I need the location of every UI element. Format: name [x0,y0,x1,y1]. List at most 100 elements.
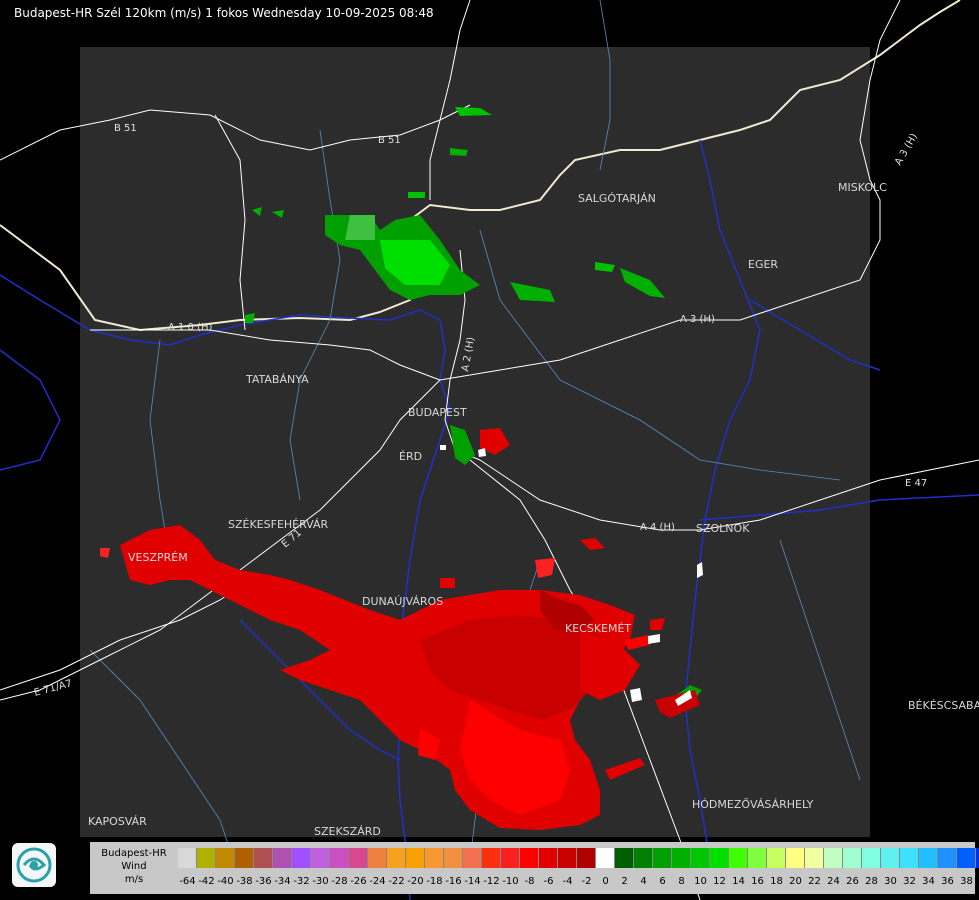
legend-swatch [596,848,615,868]
road-label: A 3 (H) [680,314,715,325]
legend-swatch [615,848,634,868]
legend-tick-label: -40 [217,876,234,887]
city-label: SZÉKESFEHÉRVÁR [228,518,329,531]
legend-tick-label: -16 [445,876,462,887]
road-label: A 4 (H) [640,522,675,533]
legend-swatch [653,848,672,868]
legend-tick-label: -26 [350,876,367,887]
legend-tick-label: -14 [464,876,481,887]
legend-swatch [463,848,482,868]
legend-tick-label: 4 [640,876,647,887]
city-label: BUDAPEST [408,406,467,419]
legend-swatch [881,848,900,868]
city-label: SZOLNOK [696,522,750,535]
legend-swatch [539,848,558,868]
legend-swatch [938,848,957,868]
legend-swatch [691,848,710,868]
legend-tick-label: -30 [312,876,329,887]
legend-tick-label: 16 [751,876,764,887]
legend-tick-label: 8 [678,876,685,887]
road-label: A 3 (H) [893,132,920,168]
legend-tick-label: -2 [581,876,592,887]
legend-tick-label: 10 [694,876,707,887]
met-service-logo [12,843,56,887]
legend-tick-label: -20 [407,876,424,887]
legend-swatch [843,848,862,868]
legend-tick-label: 2 [621,876,628,887]
city-label: ÉRD [399,450,422,463]
legend-tick-label: 28 [865,876,878,887]
legend-tick-label: 12 [713,876,726,887]
city-label: KECSKEMÉT [565,622,631,635]
legend-swatch [767,848,786,868]
legend-tick-label: -64 [179,876,196,887]
city-label: MISKOLC [838,181,887,194]
road-label: E 71/A7 [33,678,73,699]
legend-swatch [482,848,501,868]
legend-tick-label: -8 [524,876,535,887]
legend-tick-label: -10 [502,876,519,887]
legend-tick-label: 38 [960,876,973,887]
wind-legend: Budapest-HR Wind m/s -64 -42 -40 -38 -36 -34-… [90,842,979,894]
legend-tick-label: 36 [941,876,954,887]
city-label: TATABÁNYA [245,373,309,386]
legend-tick-label: -36 [255,876,272,887]
legend-swatch [501,848,520,868]
legend-swatch [805,848,824,868]
legend-swatch [786,848,805,868]
legend-tick-label: 34 [922,876,935,887]
legend-unit: m/s [124,874,144,885]
road-label: B 51 [114,123,137,134]
legend-swatch [368,848,387,868]
legend-swatch [311,848,330,868]
legend-swatch [634,848,653,868]
legend-product: Wind [121,861,147,872]
legend-radar-name: Budapest-HR [101,848,167,859]
legend-swatches [178,848,979,868]
legend-tick-label: 32 [903,876,916,887]
legend-swatch [919,848,938,868]
legend-swatch [710,848,729,868]
city-label: KAPOSVÁR [88,815,147,828]
legend-tick-label: -28 [331,876,348,887]
legend-tick-label: -22 [388,876,405,887]
legend-tick-label: 0 [602,876,609,887]
city-label: SZEKSZÁRD [314,825,381,838]
legend-tick-label: 22 [808,876,821,887]
legend-tick-label: -42 [198,876,215,887]
legend-swatch [406,848,425,868]
legend-swatch [178,848,197,868]
legend-swatch [330,848,349,868]
legend-swatch [672,848,691,868]
legend-tick-label: 14 [732,876,745,887]
road-label: A 1 0 (H) [168,322,213,333]
legend-tick-label: -34 [274,876,291,887]
swirl-icon [16,847,52,883]
legend-tick-label: -38 [236,876,253,887]
legend-tick-label: 20 [789,876,802,887]
legend-tick-label: -6 [543,876,554,887]
legend-swatch [425,848,444,868]
road-label: E 47 [905,478,927,489]
legend-swatch [729,848,748,868]
legend-swatch [273,848,292,868]
legend-swatch [197,848,216,868]
legend-tick-label: 6 [659,876,666,887]
legend-tick-label: 18 [770,876,783,887]
city-label: BÉKÉSCSABA [908,699,979,712]
legend-swatch [444,848,463,868]
legend-tick-label: 24 [827,876,840,887]
legend-swatch [520,848,539,868]
legend-tick-label: -18 [426,876,443,887]
legend-swatch [349,848,368,868]
legend-swatch [862,848,881,868]
legend-swatch [824,848,843,868]
legend-swatch [957,848,976,868]
road-label: B 51 [378,135,401,146]
legend-ticks: -64 -42 -40 -38 -36 -34 -32 -30 -28 -26 -24 -22 -20-… [178,876,979,890]
legend-swatch [216,848,235,868]
legend-tick-label: 30 [884,876,897,887]
legend-tick-label: -12 [483,876,500,887]
legend-tick-label: -24 [369,876,386,887]
legend-swatch [292,848,311,868]
